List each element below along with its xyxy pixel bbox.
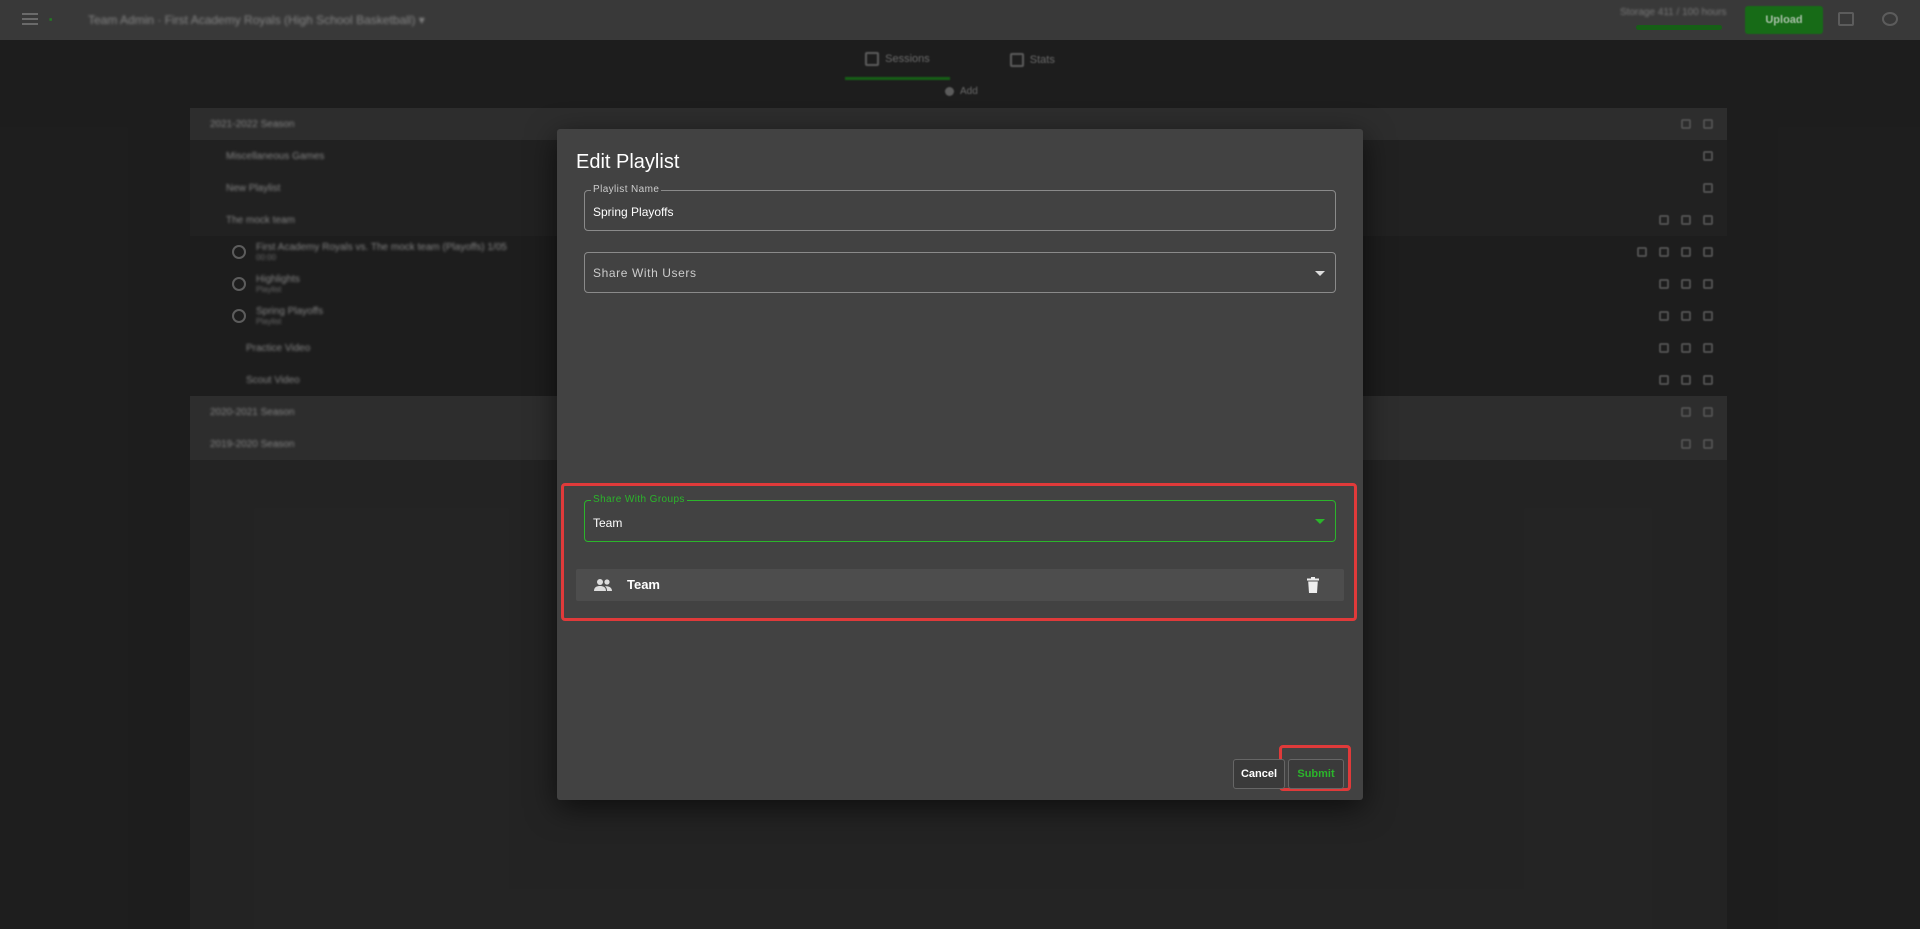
share-with-users-select[interactable]: Share With Users	[584, 252, 1336, 293]
share-with-groups-label: Share With Groups	[591, 494, 687, 505]
group-icon	[594, 579, 612, 591]
playlist-name-field[interactable]: Playlist Name Spring Playoffs	[584, 184, 1336, 231]
dialog-title: Edit Playlist	[576, 151, 680, 173]
playlist-name-value: Spring Playoffs	[593, 205, 674, 219]
cancel-button[interactable]: Cancel	[1233, 759, 1285, 789]
shared-group-name: Team	[627, 577, 660, 592]
share-with-groups-value: Team	[593, 516, 623, 530]
edit-playlist-dialog: Edit Playlist Playlist Name Spring Playo…	[557, 129, 1363, 800]
share-with-users-placeholder: Share With Users	[593, 266, 697, 280]
chevron-down-icon	[1315, 519, 1325, 524]
shared-group-item: Team	[576, 569, 1344, 601]
trash-icon[interactable]	[1307, 577, 1319, 593]
playlist-name-label: Playlist Name	[591, 184, 662, 195]
submit-button[interactable]: Submit	[1288, 759, 1344, 789]
share-with-groups-select[interactable]: Share With Groups Team	[584, 494, 1336, 542]
chevron-down-icon	[1315, 271, 1325, 276]
